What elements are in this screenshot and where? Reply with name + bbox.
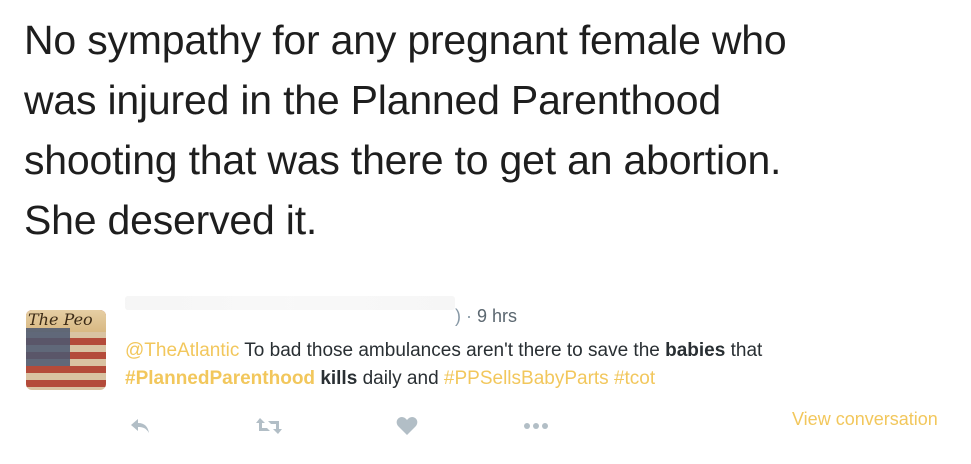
reply-text-line-2: #PlannedParenthood kills daily and #PPSe… [125, 365, 955, 393]
redacted-username [125, 296, 455, 310]
view-conversation-link[interactable]: View conversation [792, 409, 938, 430]
main-tweet-line-3: shooting that was there to get an aborti… [24, 137, 782, 183]
reply-tweet: The Peo ) · 9 hrs @TheAtlantic To bad th… [0, 290, 971, 464]
heart-icon[interactable] [393, 414, 421, 438]
main-tweet-line-4: She deserved it. [24, 197, 318, 243]
page: No sympathy for any pregnant female who … [0, 0, 971, 464]
reply-text-line-1: @TheAtlantic To bad those ambulances are… [125, 337, 955, 365]
tweet-meta: ) · 9 hrs [455, 306, 517, 327]
meta-separator: ) · [455, 306, 477, 326]
reply-icon[interactable] [126, 414, 154, 438]
tweet-timestamp[interactable]: 9 hrs [477, 306, 517, 326]
reply-text-part: daily and [357, 368, 444, 389]
avatar-flag-canton [26, 328, 70, 366]
hashtag-link[interactable]: #tcot [614, 368, 655, 389]
more-icon[interactable] [522, 414, 550, 438]
bold-word: babies [665, 340, 726, 361]
main-tweet-text: No sympathy for any pregnant female who … [24, 10, 944, 250]
hashtag-link[interactable]: #PlannedParenthood [125, 368, 315, 389]
hashtag-link[interactable]: #PPSellsBabyParts [444, 368, 609, 389]
avatar-script-text: The Peo [28, 310, 93, 329]
main-tweet-line-1: No sympathy for any pregnant female who [24, 17, 787, 63]
reply-text-part: To bad those ambulances aren't there to … [239, 340, 666, 361]
avatar[interactable]: The Peo [26, 310, 106, 390]
bold-word: kills [320, 368, 358, 389]
reply-text-part: that [725, 340, 763, 361]
mention-link[interactable]: @TheAtlantic [125, 340, 239, 361]
main-tweet-line-2: was injured in the Planned Parenthood [24, 77, 721, 123]
retweet-icon[interactable] [255, 414, 283, 438]
reply-tweet-text: @TheAtlantic To bad those ambulances are… [125, 337, 955, 393]
